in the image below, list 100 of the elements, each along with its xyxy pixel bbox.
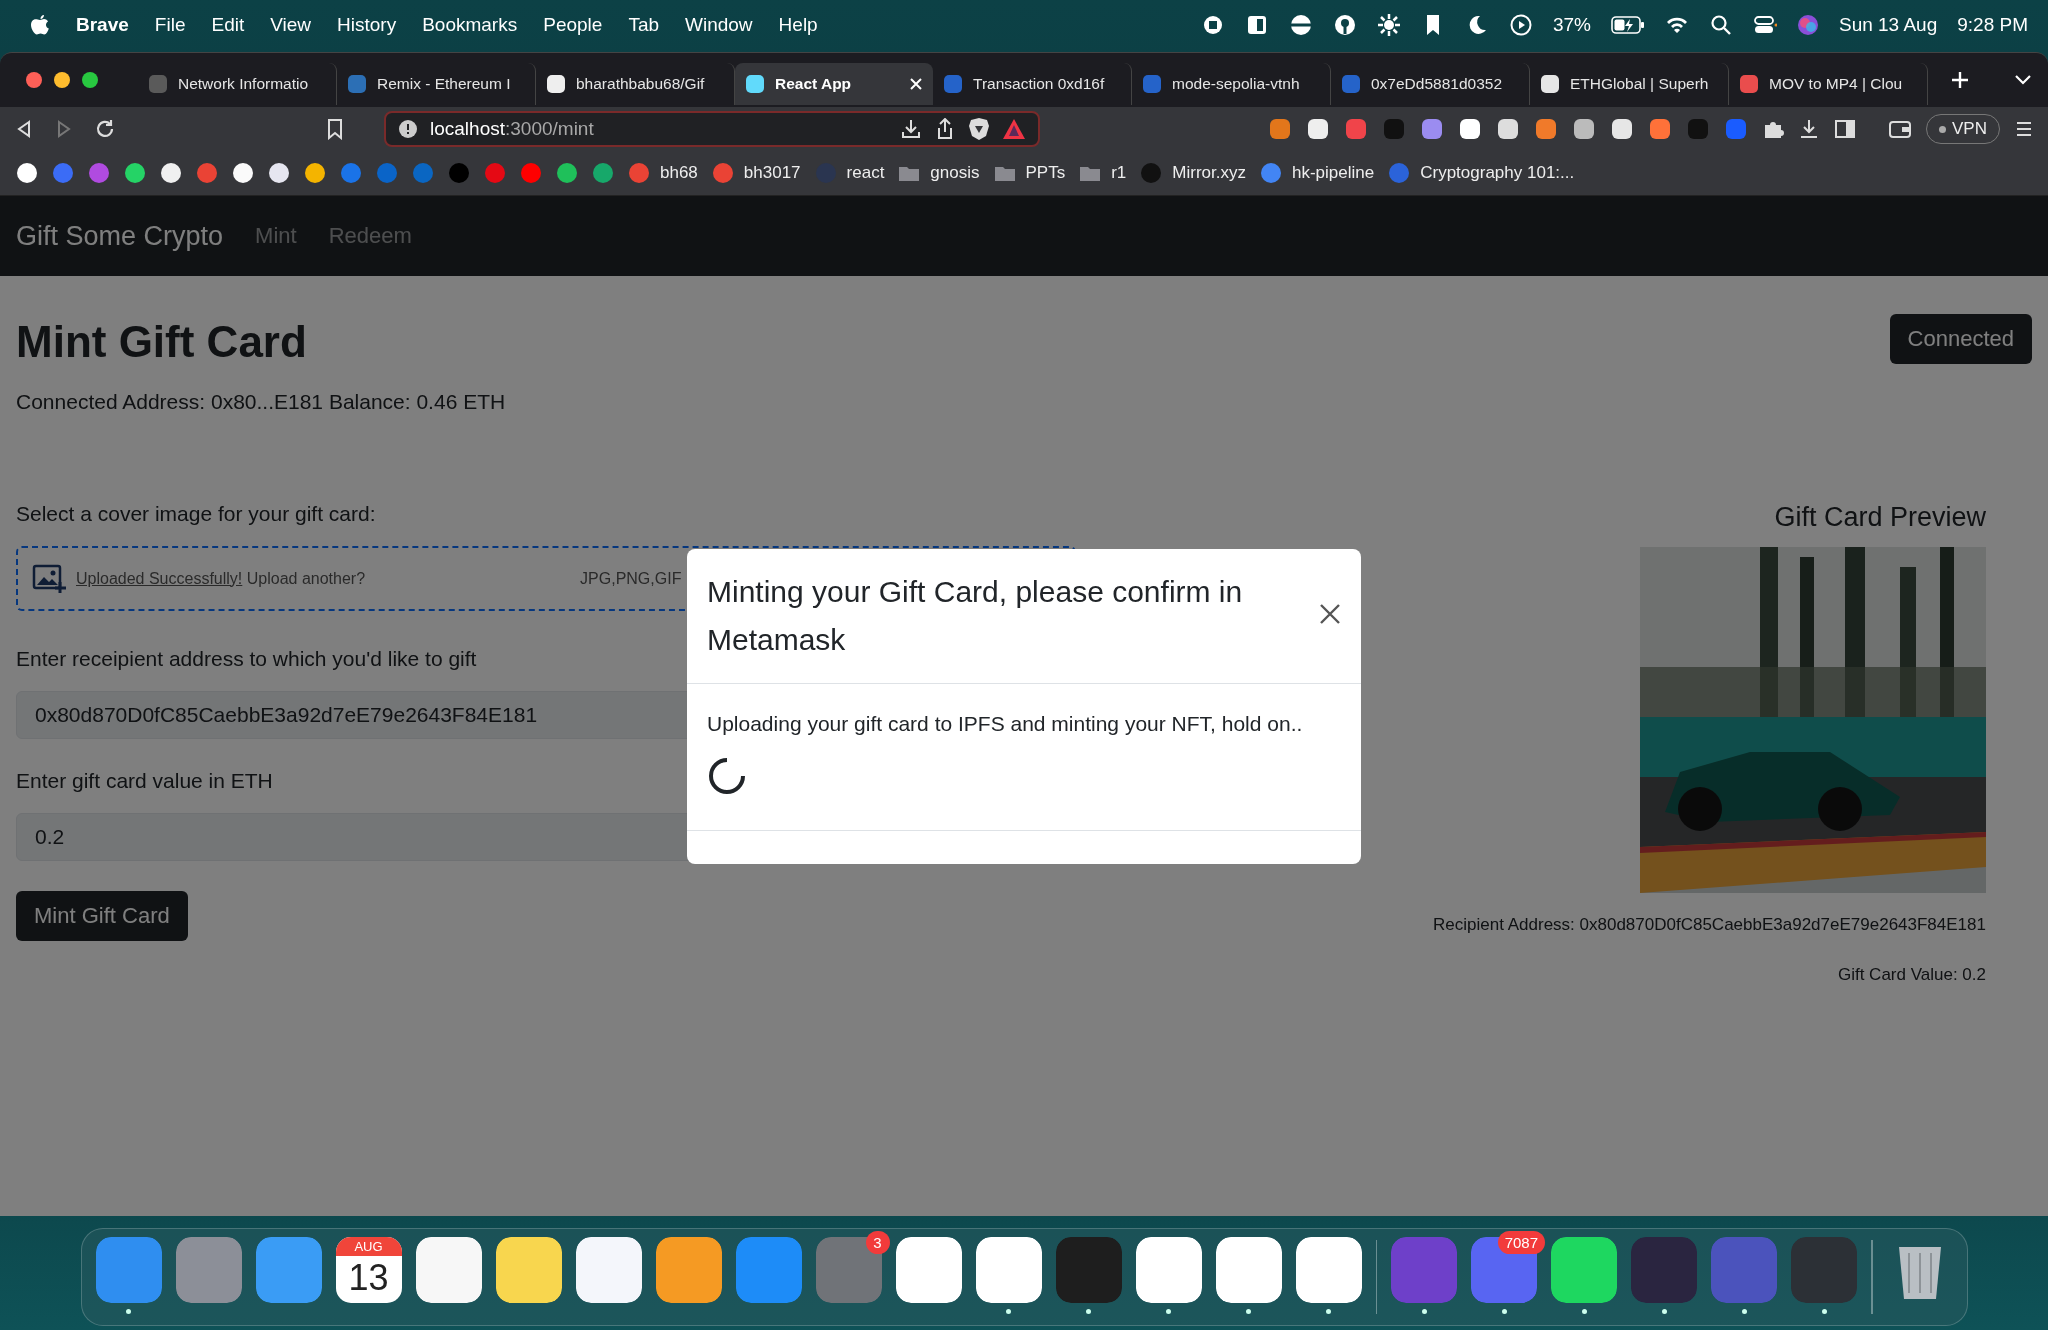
browser-tab[interactable]: MOV to MP4 | Clou [1729, 63, 1928, 105]
browser-tab[interactable]: ETHGlobal | Superh [1530, 63, 1729, 105]
site-icon [340, 162, 362, 184]
browser-tab[interactable]: bharathbabu68/Gif [536, 63, 735, 105]
calendar-app-icon[interactable]: AUG 13 [335, 1237, 402, 1303]
zoom-window-button[interactable] [82, 72, 98, 88]
menu-item[interactable]: View [270, 14, 312, 36]
warning-triangle-icon[interactable] [1002, 118, 1026, 140]
menu-item[interactable]: History [337, 14, 397, 36]
menu-item[interactable]: Bookmarks [422, 14, 518, 36]
keyhole-icon[interactable] [1332, 13, 1357, 37]
minimize-window-button[interactable] [54, 72, 70, 88]
bookmark-label[interactable]: bh3017 [743, 163, 801, 183]
reload-icon[interactable] [94, 118, 116, 140]
browser-tab[interactable]: 0x7eDd5881d0352 [1331, 63, 1530, 105]
app-icon[interactable] [575, 1237, 642, 1303]
notification-badge: 3 [865, 1231, 890, 1254]
folder-icon [993, 164, 1016, 182]
address-bar[interactable]: localhost:3000/mint [384, 111, 1040, 147]
bookmark-label[interactable]: gnosis [930, 163, 980, 183]
clock-time[interactable]: 9:28 PM [1957, 14, 2028, 36]
bookmark-label[interactable]: hk-pipeline [1292, 163, 1375, 183]
sun-icon[interactable] [1376, 13, 1401, 37]
extension-icon[interactable] [1306, 117, 1331, 141]
menu-icon[interactable] [2014, 119, 2034, 139]
favicon-icon [347, 74, 367, 94]
extension-icon[interactable] [1496, 117, 1521, 141]
bookmark-item[interactable]: gnosis [898, 163, 980, 183]
menu-item[interactable]: People [543, 14, 603, 36]
browser-tab[interactable]: Remix - Ethereum I [337, 63, 536, 105]
extension-icon[interactable] [1458, 117, 1483, 141]
bookmark-label[interactable]: Cryptography 101:... [1420, 163, 1575, 183]
app-icon[interactable] [1135, 1237, 1202, 1303]
extension-icon[interactable] [1572, 117, 1597, 141]
app-icon[interactable] [655, 1237, 722, 1303]
bookmark-item[interactable]: r1 [1079, 163, 1127, 183]
site-icon [196, 162, 218, 184]
sidebar-icon[interactable] [1834, 118, 1857, 140]
menu-item[interactable]: Tab [628, 14, 659, 36]
site-icon [1140, 162, 1163, 184]
date-text[interactable]: Sun 13 Aug [1838, 14, 1938, 36]
apple-logo-icon[interactable] [30, 13, 50, 37]
app-icon[interactable] [1215, 1237, 1282, 1303]
upload-success-link[interactable]: Uploaded Successfully! [76, 569, 243, 587]
app-icon[interactable] [495, 1237, 562, 1303]
favicon-icon [546, 74, 566, 94]
browser-tab[interactable]: Transaction 0xd16f [933, 63, 1132, 105]
menu-item[interactable]: Edit [211, 14, 245, 36]
site-icon [268, 162, 290, 184]
menu-item[interactable]: Window [685, 14, 753, 36]
bookmark-item[interactable]: bh68 [628, 162, 698, 184]
bookmark-item[interactable]: react [814, 162, 885, 184]
bookmark-label[interactable]: Mirror.xyz [1172, 163, 1246, 183]
stop-sign-icon[interactable] [1288, 13, 1313, 37]
bookmark-item[interactable]: Mirror.xyz [1140, 162, 1246, 184]
search-icon[interactable] [1708, 13, 1733, 37]
bookmark-item[interactable]: PPTs [993, 163, 1066, 183]
url-text: localhost:3000/mint [430, 118, 594, 140]
bookmark-icon[interactable] [326, 118, 344, 140]
preview-title: Gift Card Preview [1774, 502, 1986, 533]
browser-tab[interactable]: React App [735, 63, 933, 105]
close-tab-icon[interactable] [909, 77, 923, 91]
menu-item[interactable]: Help [778, 14, 818, 36]
mint-button[interactable]: Mint Gift Card [16, 891, 188, 941]
menu-item[interactable]: File [154, 14, 186, 36]
play-icon[interactable] [1508, 13, 1533, 37]
app-icon[interactable] [895, 1237, 962, 1303]
field-label: Enter receipient address to which you'd like to gift [16, 647, 477, 671]
app-icon[interactable] [415, 1237, 482, 1303]
wallet-icon[interactable] [1888, 118, 1913, 140]
bookmark-item[interactable]: Cryptography 101:... [1388, 162, 1575, 184]
close-window-button[interactable] [26, 72, 42, 88]
download-icon[interactable] [900, 118, 922, 140]
notification-badge: 7087 [1497, 1231, 1545, 1254]
bookmark-item[interactable]: hk-pipeline [1260, 162, 1375, 184]
lion-shield-icon[interactable] [968, 117, 990, 141]
file-types-text: JPG,PNG,GIF [580, 569, 682, 588]
tab-list-chevron-icon[interactable] [2014, 74, 2032, 86]
info-icon[interactable] [398, 119, 418, 139]
brand-title[interactable]: Gift Some Crypto [16, 220, 224, 252]
bookmark-item[interactable]: bh3017 [711, 162, 801, 184]
field-label: Select a cover image for your gift card: [16, 502, 376, 526]
browser-tab[interactable]: Network Informatio [138, 63, 337, 105]
app-menu[interactable]: Brave [76, 14, 129, 36]
bookmark-label[interactable]: bh68 [660, 163, 698, 183]
battery-icon[interactable] [1610, 16, 1645, 34]
siri-icon[interactable] [1796, 14, 1819, 36]
bookmark-label[interactable]: r1 [1111, 163, 1127, 183]
app-icon[interactable] [975, 1237, 1042, 1303]
calendar-month: AUG [335, 1237, 402, 1256]
connected-button[interactable]: Connected [1889, 314, 2032, 364]
favicon-icon [1739, 74, 1759, 94]
app-icon[interactable] [1551, 1237, 1617, 1303]
bookmark-label[interactable]: react [846, 163, 885, 183]
new-tab-icon[interactable] [1950, 70, 1970, 90]
app-icon[interactable] [1295, 1237, 1362, 1303]
extension-icon[interactable] [1610, 117, 1635, 141]
site-icon [1388, 162, 1411, 184]
browser-tab[interactable]: mode-sepolia-vtnh [1132, 63, 1331, 105]
bookmark-label[interactable]: PPTs [1025, 163, 1066, 183]
